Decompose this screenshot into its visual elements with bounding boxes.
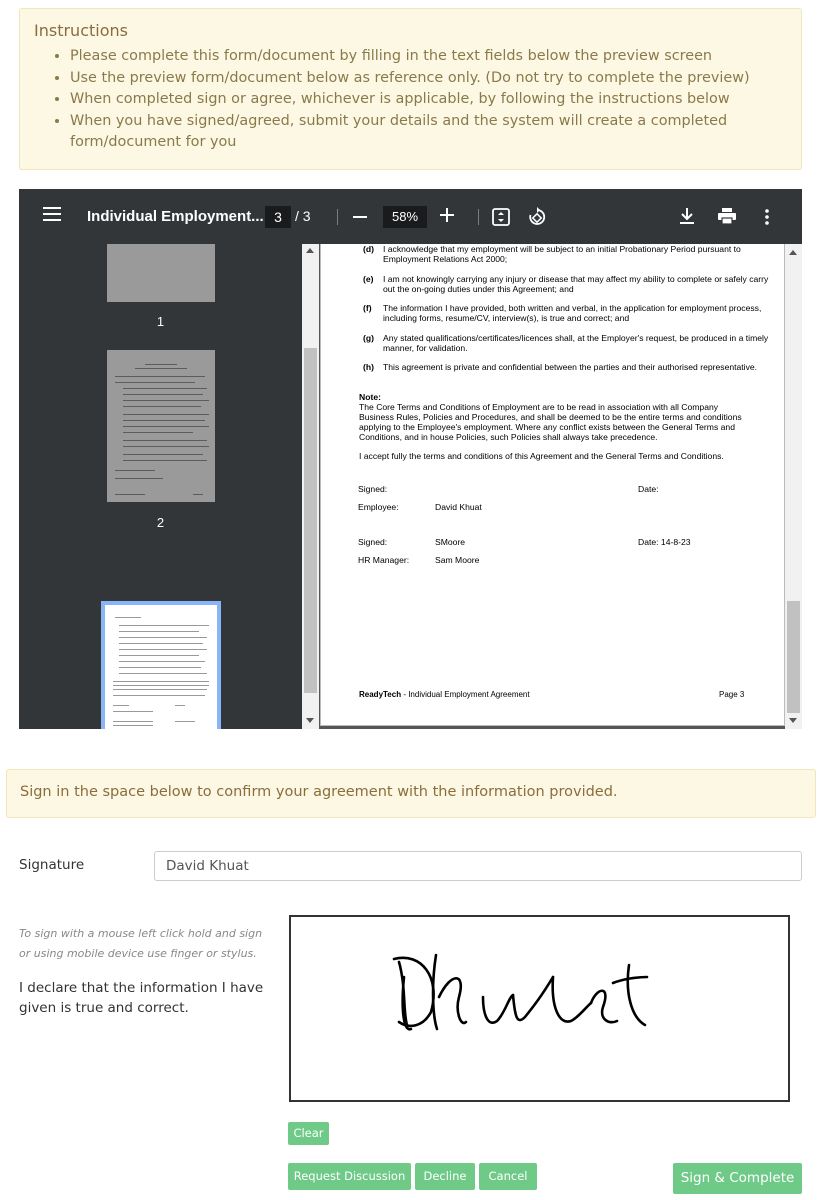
thumbnail-label: 3 (156, 716, 165, 729)
page-number-input[interactable]: 3 (265, 206, 291, 228)
hr-manager-label: HR Manager: (358, 555, 410, 565)
clause-f: (f) The information I have provided, both… (363, 303, 762, 323)
signature-drawing (392, 953, 649, 1031)
pdf-toolbar: Individual Employment... 3 / 3 58% (19, 189, 802, 244)
signature-label: Signature (19, 857, 85, 873)
date-label: Date: (638, 484, 659, 494)
instruction-item: Please complete this form/document by fi… (70, 46, 787, 68)
date-value: Date: 14-8-23 (638, 537, 691, 547)
clause-g: (g) Any stated qualifications/certificate… (363, 333, 769, 353)
fit-page-icon[interactable] (492, 208, 510, 229)
signing-hint: To sign with a mouse left click hold and… (19, 927, 263, 960)
thumbnail-label: 1 (156, 314, 165, 329)
zoom-out-icon[interactable] (353, 216, 367, 218)
download-icon[interactable] (680, 208, 694, 227)
page-number: Page 3 (719, 690, 745, 699)
pdf-viewer: Individual Employment... 3 / 3 58% 1 2 3… (19, 189, 802, 729)
instructions-panel: Instructions Please complete this form/d… (19, 8, 802, 170)
cancel-button[interactable]: Cancel (479, 1163, 537, 1190)
thumbnail-page-2[interactable] (107, 350, 215, 502)
rotate-icon[interactable] (527, 207, 547, 230)
instruction-item: Use the preview form/document below as r… (70, 68, 787, 90)
scroll-down-icon[interactable] (789, 718, 797, 723)
employee-label: Employee: (358, 502, 399, 512)
thumbnail-page-1[interactable] (107, 244, 215, 302)
document-title: Individual Employment... (87, 208, 264, 225)
clause-e: (e) I am not knowingly carrying any injur… (363, 274, 769, 294)
menu-icon[interactable] (43, 207, 61, 221)
document-scrollbar[interactable] (785, 244, 802, 729)
employee-name: David Khuat (435, 502, 482, 512)
agreement-notice: Sign in the space below to confirm your … (6, 769, 816, 818)
clear-button[interactable]: Clear (288, 1122, 329, 1145)
accept-text: I accept fully the terms and conditions … (359, 451, 724, 461)
sign-complete-button[interactable]: Sign & Complete (673, 1163, 802, 1194)
scroll-thumb[interactable] (304, 348, 317, 693)
hr-manager-name: Sam Moore (435, 555, 480, 565)
page-total: / 3 (295, 208, 311, 224)
page-footer: ReadyTech - Individual Employment Agreem… (359, 690, 530, 699)
instructions-title: Instructions (34, 21, 128, 40)
zoom-input[interactable]: 58% (383, 206, 427, 228)
scroll-down-icon[interactable] (306, 718, 314, 723)
note-text: The Core Terms and Conditions of Employm… (359, 402, 742, 442)
sidebar-scrollbar[interactable] (302, 244, 319, 729)
declaration-text: I declare that the information I have gi… (19, 980, 264, 1016)
thumbnail-sidebar: 1 2 3 (19, 244, 302, 729)
thumbnail-page-3[interactable] (101, 601, 221, 729)
scroll-up-icon[interactable] (306, 248, 314, 253)
scroll-thumb[interactable] (787, 601, 800, 713)
signed-label: Signed: (358, 537, 388, 547)
instruction-item: When completed sign or agree, whichever … (70, 89, 787, 111)
signature-pad[interactable] (289, 915, 790, 1102)
toolbar-divider (478, 209, 479, 225)
instruction-item: When you have signed/agreed, submit your… (70, 111, 787, 154)
decline-button[interactable]: Decline (415, 1163, 475, 1190)
signature-name-input[interactable] (154, 851, 802, 881)
instructions-list: Please complete this form/document by fi… (34, 46, 787, 154)
request-discussion-button[interactable]: Request Discussion (288, 1163, 411, 1190)
clause-d: (d) I acknowledge that my employment will… (363, 244, 741, 264)
clause-h: (h) This agreement is private and confide… (363, 362, 758, 372)
note-title: Note: (359, 392, 381, 402)
toolbar-divider (337, 209, 338, 225)
signed-label: Signed: (358, 484, 388, 494)
scroll-up-icon[interactable] (789, 250, 797, 255)
hr-signature: SMoore (435, 537, 466, 547)
print-icon[interactable] (718, 208, 736, 227)
document-page: (d) I acknowledge that my employment will… (320, 244, 785, 726)
more-options-icon[interactable] (765, 209, 769, 228)
zoom-in-icon[interactable] (440, 207, 454, 225)
thumbnail-label: 2 (156, 515, 165, 530)
